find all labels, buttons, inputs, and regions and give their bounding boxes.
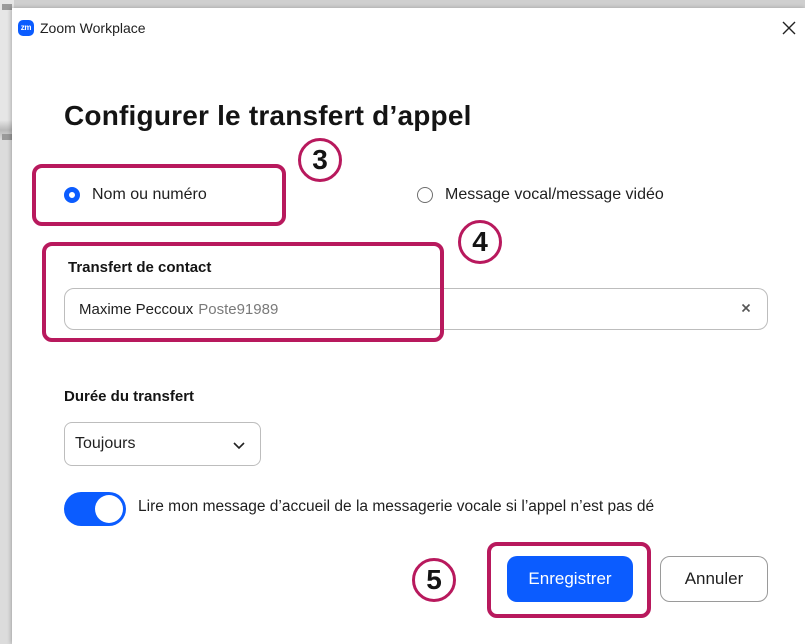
radio-voicemail[interactable]: Message vocal/message vidéo xyxy=(417,186,664,204)
zoom-logo-icon: zm xyxy=(18,20,34,36)
radio-checked-icon[interactable] xyxy=(64,187,80,203)
step-4-badge: 4 xyxy=(458,220,502,264)
window-title: Zoom Workplace xyxy=(40,20,146,36)
background-mark xyxy=(2,134,12,140)
contact-name: Maxime Peccoux xyxy=(79,300,194,318)
page-title: Configurer le transfert d’appel xyxy=(64,100,472,131)
contact-section-label: Transfert de contact xyxy=(68,259,212,276)
toggle-knob xyxy=(95,495,123,523)
chevron-down-icon xyxy=(232,438,246,452)
save-button[interactable]: Enregistrer xyxy=(507,556,633,602)
cancel-button[interactable]: Annuler xyxy=(660,556,768,602)
radio-name-or-number-label: Nom ou numéro xyxy=(92,186,207,203)
step-3-badge: 3 xyxy=(298,138,342,182)
duration-select[interactable]: Toujours xyxy=(64,422,261,466)
radio-unchecked-icon[interactable] xyxy=(417,187,433,203)
duration-selected-value: Toujours xyxy=(75,435,136,452)
title-bar: zm Zoom Workplace xyxy=(12,8,805,48)
background-mark xyxy=(2,4,12,10)
forwarding-dialog-window: zm Zoom Workplace Configurer le transfer… xyxy=(12,8,805,644)
contact-extension: Poste91989 xyxy=(198,300,279,318)
greeting-toggle[interactable] xyxy=(64,492,126,526)
close-icon[interactable] xyxy=(779,18,799,38)
greeting-toggle-label: Lire mon message d’accueil de la message… xyxy=(138,498,655,515)
contact-transfer-field[interactable]: Maxime Peccoux Poste91989 xyxy=(64,288,768,330)
duration-section-label: Durée du transfert xyxy=(64,388,195,405)
radio-name-or-number[interactable]: Nom ou numéro xyxy=(64,186,207,204)
radio-voicemail-label: Message vocal/message vidéo xyxy=(445,186,664,203)
clear-icon[interactable] xyxy=(739,301,753,315)
step-5-badge: 5 xyxy=(412,558,456,602)
